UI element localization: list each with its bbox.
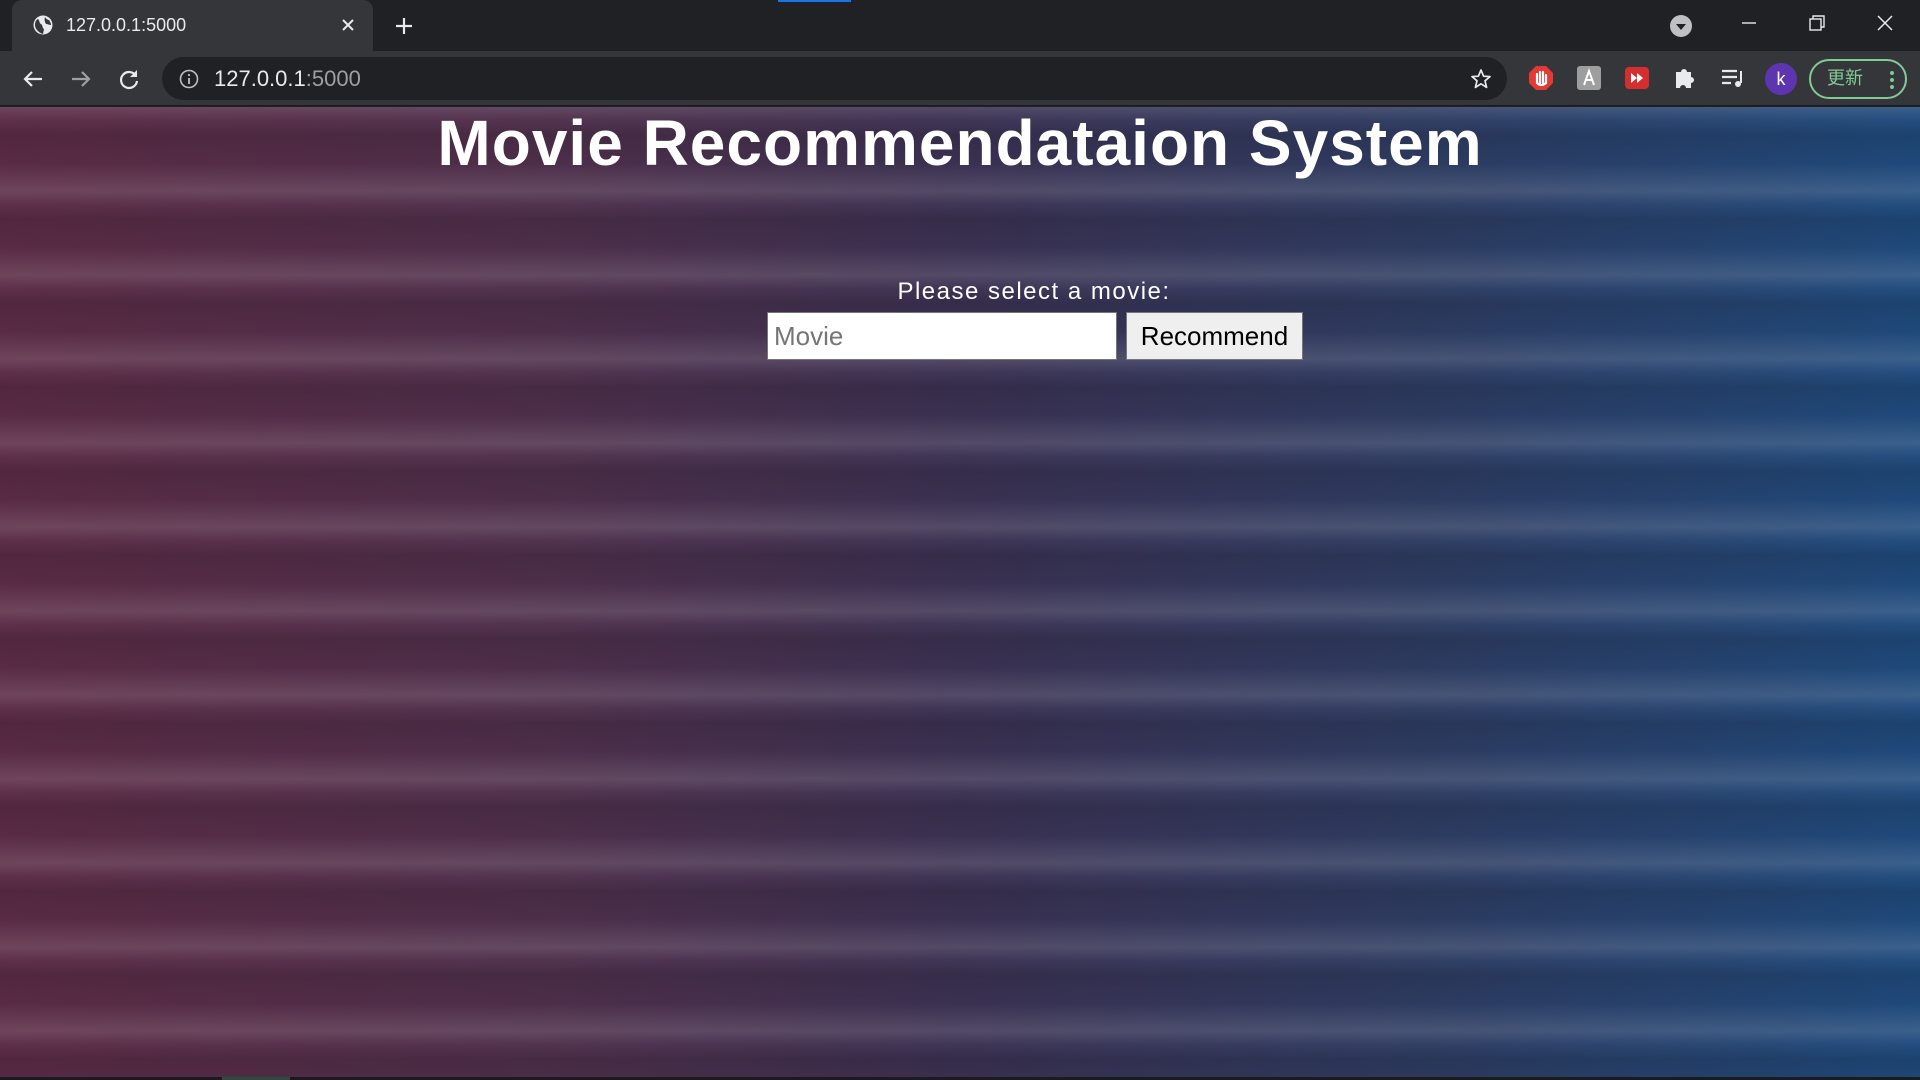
globe-icon — [32, 14, 54, 36]
browser-toolbar: 127.0.0.1:5000 k 更新 — [0, 51, 1920, 106]
address-url[interactable]: 127.0.0.1:5000 — [214, 67, 361, 91]
bookmark-star-icon[interactable] — [1469, 67, 1493, 91]
tab-title: 127.0.0.1:5000 — [66, 15, 187, 35]
url-port: :5000 — [305, 66, 361, 91]
minimize-icon[interactable] — [1735, 9, 1763, 37]
update-button-label: 更新 — [1827, 68, 1863, 89]
recommend-button[interactable]: Recommend — [1126, 312, 1303, 360]
reload-icon[interactable] — [114, 64, 144, 94]
page-title: Movie Recommendataion System — [437, 107, 1483, 179]
forward-arrow-icon[interactable] — [66, 64, 96, 94]
tab-strip: 127.0.0.1:5000 — [0, 0, 1920, 51]
tab-close-icon[interactable] — [337, 14, 359, 36]
translate-extension-icon[interactable] — [1574, 63, 1604, 93]
media-controls-icon[interactable] — [1718, 63, 1748, 93]
close-window-icon[interactable] — [1871, 9, 1899, 37]
new-tab-plus-icon[interactable] — [390, 12, 418, 40]
tab-search-dropdown-icon[interactable] — [1669, 14, 1693, 38]
back-arrow-icon[interactable] — [18, 64, 48, 94]
restore-window-icon[interactable] — [1803, 9, 1831, 37]
profile-avatar[interactable]: k — [1765, 63, 1797, 95]
video-extension-icon[interactable] — [1622, 63, 1652, 93]
address-bar[interactable]: 127.0.0.1:5000 — [162, 57, 1507, 100]
site-info-icon[interactable] — [178, 68, 200, 90]
more-menu-icon[interactable] — [1889, 70, 1895, 90]
striped-background — [0, 107, 1920, 1080]
adblock-extension-icon[interactable] — [1526, 63, 1556, 93]
movie-input[interactable] — [767, 312, 1117, 360]
update-button[interactable]: 更新 — [1809, 59, 1907, 99]
active-tab[interactable]: 127.0.0.1:5000 — [12, 0, 373, 51]
tab-loading-indicator — [778, 0, 851, 2]
select-movie-label: Please select a movie: — [897, 278, 1171, 305]
url-host: 127.0.0.1 — [214, 66, 306, 91]
extensions-puzzle-icon[interactable] — [1670, 63, 1700, 93]
page-viewport: Movie Recommendataion System Please sele… — [0, 107, 1920, 1080]
